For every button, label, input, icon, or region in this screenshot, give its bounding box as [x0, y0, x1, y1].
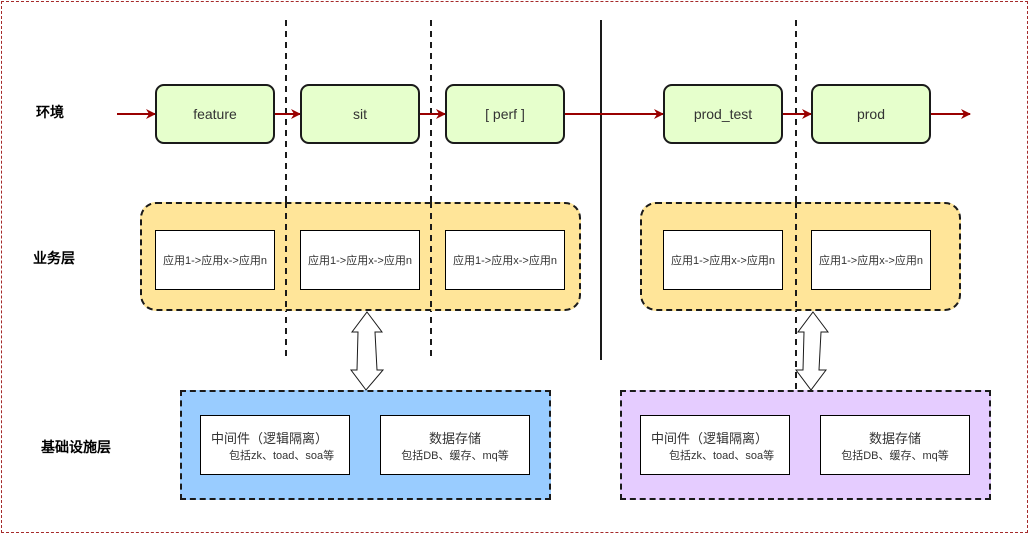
app-chain-prod-test[interactable]: 应用1->应用x->应用n [663, 230, 783, 290]
row-label-infrastructure: 基础设施层 [41, 440, 111, 456]
middleware-subtitle: 包括zk、toad、soa等 [669, 449, 775, 462]
env-node-label: sit [353, 106, 367, 122]
app-chain-feature[interactable]: 应用1->应用x->应用n [155, 230, 275, 290]
env-node-sit[interactable]: sit [300, 84, 420, 144]
middleware-title: 中间件（逻辑隔离） [211, 430, 329, 446]
env-node-label: prod [856, 106, 886, 122]
storage-box-shared[interactable]: 数据存储 包括DB、缓存、mq等 [380, 415, 530, 475]
middleware-box-shared[interactable]: 中间件（逻辑隔离） 包括zk、toad、soa等 [200, 415, 350, 475]
app-chain-perf[interactable]: 应用1->应用x->应用n [445, 230, 565, 290]
env-node-prod-test[interactable]: prod_test [663, 84, 783, 144]
middleware-subtitle: 包括zk、toad、soa等 [229, 449, 335, 462]
env-node-label: prod_test [693, 106, 753, 122]
diagram-canvas: 环境 业务层 基础设施层 feature sit [ perf ] prod_t… [0, 0, 1031, 536]
env-node-perf[interactable]: [ perf ] [445, 84, 565, 144]
storage-title: 数据存储 [428, 430, 481, 446]
storage-subtitle: 包括DB、缓存、mq等 [841, 449, 949, 462]
env-node-label: feature [193, 106, 237, 122]
env-node-label: [ perf ] [485, 106, 525, 122]
app-chain-sit[interactable]: 应用1->应用x->应用n [300, 230, 420, 290]
row-label-environment: 环境 [36, 105, 64, 121]
app-chain-label: 应用1->应用x->应用n [308, 255, 412, 267]
row-label-business: 业务层 [33, 251, 75, 267]
middleware-box-prod[interactable]: 中间件（逻辑隔离） 包括zk、toad、soa等 [640, 415, 790, 475]
storage-box-prod[interactable]: 数据存储 包括DB、缓存、mq等 [820, 415, 970, 475]
app-chain-label: 应用1->应用x->应用n [819, 255, 923, 267]
storage-subtitle: 包括DB、缓存、mq等 [401, 449, 509, 462]
storage-title: 数据存储 [868, 430, 921, 446]
env-node-prod[interactable]: prod [811, 84, 931, 144]
app-chain-label: 应用1->应用x->应用n [163, 255, 267, 267]
env-node-feature[interactable]: feature [155, 84, 275, 144]
app-chain-label: 应用1->应用x->应用n [453, 255, 557, 267]
app-chain-prod[interactable]: 应用1->应用x->应用n [811, 230, 931, 290]
app-chain-label: 应用1->应用x->应用n [671, 255, 775, 267]
middleware-title: 中间件（逻辑隔离） [651, 430, 769, 446]
